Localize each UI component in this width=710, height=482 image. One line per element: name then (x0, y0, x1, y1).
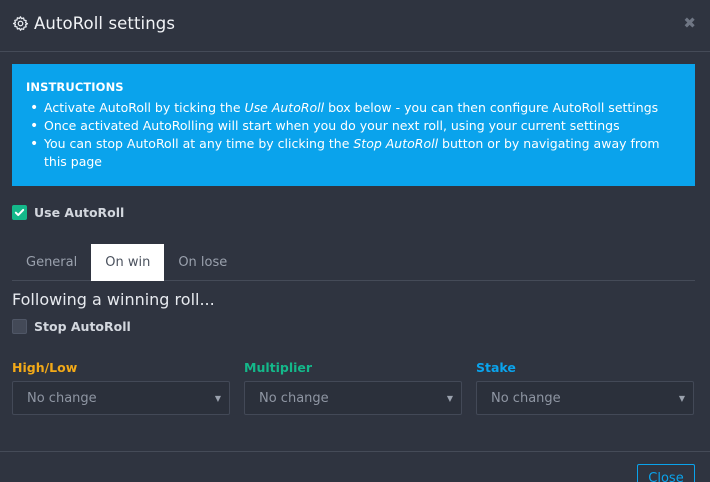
multiplier-label: Multiplier (244, 360, 313, 375)
tab-on-win[interactable]: On win (91, 244, 165, 281)
caret-down-icon: ▼ (214, 394, 221, 403)
use-autoroll-label: Use AutoRoll (34, 205, 125, 220)
caret-down-icon: ▼ (678, 394, 685, 403)
footer-divider (0, 451, 710, 452)
modal-title-wrap: AutoRoll settings (12, 14, 175, 33)
instructions-list: Activate AutoRoll by ticking the Use Aut… (26, 99, 681, 171)
high-low-value: No change (27, 390, 97, 406)
checkmark-icon (14, 208, 25, 217)
stop-autoroll-checkbox[interactable] (12, 319, 27, 334)
stake-value: No change (491, 390, 561, 406)
multiplier-select[interactable]: No change ▼ (244, 381, 462, 415)
stake-field: Stake No change ▼ (476, 360, 694, 415)
modal-title: AutoRoll settings (34, 14, 176, 33)
stop-autoroll-row[interactable]: Stop AutoRoll (12, 319, 131, 334)
close-icon[interactable]: ✖ (683, 14, 696, 32)
instructions-panel: INSTRUCTIONS Activate AutoRoll by tickin… (12, 64, 695, 186)
stop-autoroll-label: Stop AutoRoll (34, 319, 131, 334)
instruction-item: You can stop AutoRoll at any time by cli… (26, 135, 681, 171)
instructions-heading: INSTRUCTIONS (26, 80, 124, 94)
gear-icon (12, 16, 29, 31)
close-button[interactable]: Close (637, 464, 695, 482)
tab-on-lose[interactable]: On lose (164, 244, 241, 281)
use-autoroll-row[interactable]: Use AutoRoll (12, 205, 124, 220)
instruction-item: Activate AutoRoll by ticking the Use Aut… (26, 99, 681, 117)
high-low-select[interactable]: No change ▼ (12, 381, 230, 415)
modal-header: AutoRoll settings ✖ (0, 0, 710, 52)
stake-label: Stake (476, 360, 516, 375)
section-heading: Following a winning roll... (12, 290, 215, 309)
high-low-field: High/Low No change ▼ (12, 360, 230, 415)
caret-down-icon: ▼ (446, 394, 453, 403)
tab-general[interactable]: General (12, 244, 91, 281)
use-autoroll-checkbox[interactable] (12, 205, 27, 220)
instruction-item: Once activated AutoRolling will start wh… (26, 117, 681, 135)
multiplier-field: Multiplier No change ▼ (244, 360, 462, 415)
stake-select[interactable]: No change ▼ (476, 381, 694, 415)
tab-bar: General On win On lose (12, 244, 695, 281)
multiplier-value: No change (259, 390, 329, 406)
high-low-label: High/Low (12, 360, 78, 375)
